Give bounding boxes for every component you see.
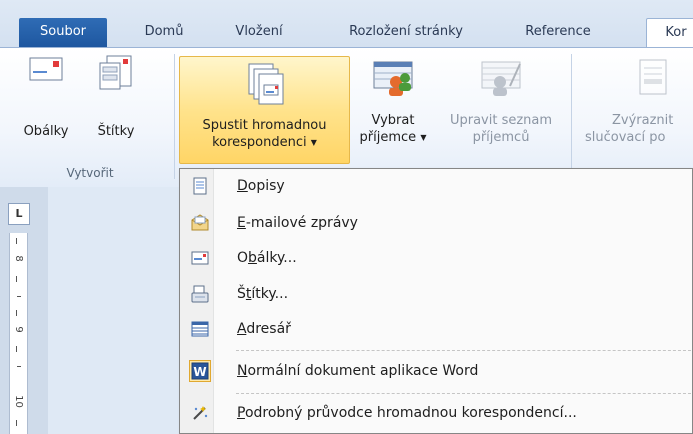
labels-label: Štítky bbox=[97, 124, 135, 139]
svg-text:W: W bbox=[193, 365, 206, 379]
highlight-merge-fields-label-line1: Zvýraznit bbox=[612, 113, 674, 128]
menu-separator bbox=[236, 350, 691, 351]
edit-recipient-list-label-line2: příjemců bbox=[472, 130, 530, 145]
select-recipients-button[interactable]: Vybrat příjemce ▼ bbox=[352, 58, 434, 162]
labels-icon bbox=[191, 285, 209, 303]
highlight-merge-fields-button[interactable]: Zvýraznit slučovací po bbox=[582, 58, 693, 162]
ribbon-group-divider bbox=[174, 54, 175, 179]
edit-list-icon bbox=[481, 61, 521, 96]
labels-sheet-icon bbox=[99, 55, 132, 90]
highlight-merge-fields-label-line2: slučovací po bbox=[585, 130, 666, 145]
ruler-tick bbox=[16, 276, 17, 282]
select-recipients-label-line2: příjemce bbox=[359, 130, 417, 145]
envelopes-button[interactable]: Obálky bbox=[14, 55, 78, 147]
menu-item-mail-merge-wizard[interactable]: Podrobný průvodce hromadnou korespondenc… bbox=[180, 398, 692, 428]
menu-item-normal-word-document[interactable]: W Normální dokument aplikace Word bbox=[180, 356, 692, 386]
menu-item-labels[interactable]: Štítky... bbox=[180, 279, 692, 309]
menu-item-envelopes[interactable]: Obálky... bbox=[180, 243, 692, 273]
start-mail-merge-label-line1: Spustit hromadnou bbox=[202, 118, 327, 133]
envelope-icon bbox=[191, 251, 209, 265]
letter-icon bbox=[193, 177, 207, 195]
highlight-fields-icon bbox=[639, 59, 667, 95]
ribbon-group-divider bbox=[571, 54, 572, 179]
envelope-icon bbox=[29, 57, 63, 81]
menu-separator bbox=[236, 393, 691, 394]
dropdown-arrow-icon: ▼ bbox=[310, 138, 317, 147]
labels-button[interactable]: Štítky bbox=[86, 55, 146, 147]
ruler-tick bbox=[17, 366, 21, 367]
edit-recipient-list-label-line1: Upravit seznam bbox=[449, 113, 553, 128]
start-mail-merge-menu: Dopisy E-mailové zprávy Obálky... Štítky… bbox=[179, 168, 693, 434]
email-envelope-icon bbox=[191, 214, 209, 231]
envelopes-label: Obálky bbox=[23, 124, 69, 139]
word-icon: W bbox=[189, 360, 211, 382]
directory-icon bbox=[191, 321, 209, 337]
ruler-tick bbox=[16, 420, 17, 426]
tab-page-layout[interactable]: Rozložení stránky bbox=[337, 18, 475, 47]
ribbon-tab-bar: Soubor Domů Vložení Rozložení stránky Re… bbox=[0, 0, 693, 50]
menu-item-letters[interactable]: Dopisy bbox=[180, 171, 692, 201]
tab-selector-button[interactable]: L bbox=[8, 203, 30, 225]
wizard-icon bbox=[193, 406, 208, 420]
tab-home[interactable]: Domů bbox=[132, 18, 196, 47]
tab-mailings[interactable]: Kor bbox=[646, 18, 693, 47]
menu-item-email-messages[interactable]: E-mailové zprávy bbox=[180, 208, 692, 238]
start-mail-merge-label-line2: korespondenci bbox=[212, 135, 307, 150]
tab-insert[interactable]: Vložení bbox=[224, 18, 294, 47]
dropdown-arrow-icon: ▼ bbox=[420, 133, 427, 142]
ruler-number: 9 bbox=[13, 326, 24, 333]
tab-references[interactable]: Reference bbox=[498, 18, 618, 47]
ruler-number: 8 bbox=[13, 255, 24, 262]
ruler-number: 10 bbox=[13, 395, 24, 408]
edit-recipient-list-button[interactable]: Upravit seznam příjemců bbox=[446, 58, 556, 162]
ruler-tick bbox=[16, 346, 17, 352]
group-label-create: Vytvořit bbox=[66, 166, 114, 180]
select-recipients-label-line1: Vybrat bbox=[371, 113, 415, 128]
ruler-tick bbox=[17, 296, 21, 297]
recipients-list-icon bbox=[373, 61, 413, 96]
ruler-tick bbox=[16, 238, 17, 244]
tab-file[interactable]: Soubor bbox=[19, 18, 107, 47]
menu-item-directory[interactable]: Adresář bbox=[180, 314, 692, 344]
ruler-tick bbox=[16, 310, 17, 316]
mail-merge-documents-icon bbox=[248, 63, 283, 105]
start-mail-merge-button[interactable]: Spustit hromadnou korespondenci ▼ bbox=[179, 56, 350, 164]
